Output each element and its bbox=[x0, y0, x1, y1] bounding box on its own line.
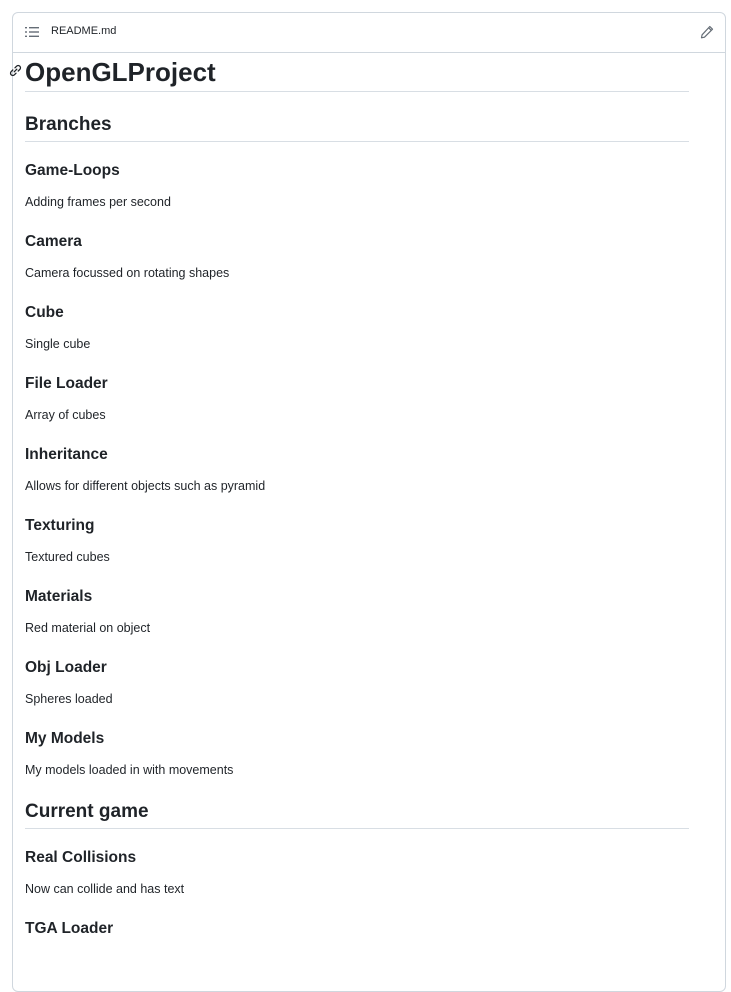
branch-heading: Texturing bbox=[25, 517, 95, 534]
branch-description: My models loaded in with movements bbox=[25, 763, 234, 777]
branch-heading: Camera bbox=[25, 233, 82, 250]
list-unordered-icon[interactable] bbox=[25, 26, 39, 38]
branch-description: Red material on object bbox=[25, 621, 151, 635]
link-icon[interactable] bbox=[9, 64, 22, 77]
branch-description: Allows for different objects such as pyr… bbox=[25, 479, 266, 493]
feature-heading: TGA Loader bbox=[25, 920, 114, 937]
branch-description: Camera focussed on rotating shapes bbox=[25, 266, 230, 280]
branch-description: Array of cubes bbox=[25, 408, 106, 422]
section-heading-branches: Branches bbox=[25, 92, 689, 142]
branch-description: Adding frames per second bbox=[25, 195, 171, 209]
branch-heading: Cube bbox=[25, 304, 64, 321]
branch-heading: My Models bbox=[25, 730, 105, 747]
feature-heading: Real Collisions bbox=[25, 849, 137, 866]
readme-content: OpenGLProject Branches Game-Loops Adding… bbox=[9, 52, 689, 939]
readme-header: README.md bbox=[13, 13, 725, 53]
file-name: README.md bbox=[51, 25, 117, 37]
branch-description: Textured cubes bbox=[25, 550, 110, 564]
branch-heading: Materials bbox=[25, 588, 93, 605]
branch-heading: Obj Loader bbox=[25, 659, 107, 676]
branch-heading: Game-Loops bbox=[25, 162, 120, 179]
readme-title: OpenGLProject bbox=[9, 52, 689, 92]
branch-description: Single cube bbox=[25, 337, 91, 351]
pencil-icon[interactable] bbox=[700, 25, 714, 39]
branch-description: Spheres loaded bbox=[25, 692, 113, 706]
readme-title-text: OpenGLProject bbox=[25, 57, 216, 87]
branch-heading: File Loader bbox=[25, 375, 108, 392]
branch-heading: Inheritance bbox=[25, 446, 108, 463]
feature-description: Now can collide and has text bbox=[25, 882, 185, 896]
section-heading-current-game: Current game bbox=[25, 779, 689, 829]
